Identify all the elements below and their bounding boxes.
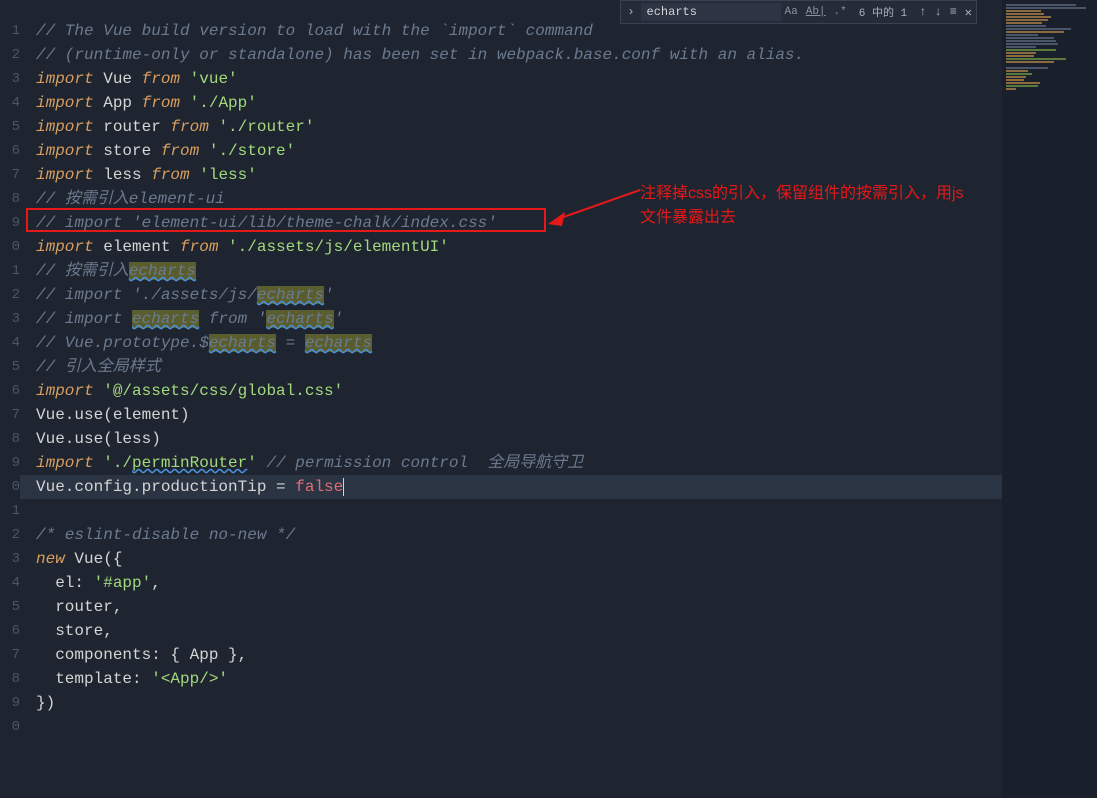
- find-widget[interactable]: › Aa Ab| .* 6 中的 1 ↑ ↓ ≡ ✕: [620, 0, 977, 24]
- code-comment: // The Vue build version to load with th…: [36, 22, 593, 40]
- search-match: echarts: [257, 286, 324, 304]
- search-match: echarts: [129, 262, 196, 280]
- search-match: echarts: [132, 310, 199, 328]
- search-match: echarts: [209, 334, 276, 352]
- code-comment: // (runtime-only or standalone) has been…: [36, 46, 804, 64]
- find-in-selection-icon[interactable]: ≡: [946, 5, 961, 19]
- code-content[interactable]: // The Vue build version to load with th…: [20, 0, 1097, 798]
- line-gutter: 1234567890 1234567890 1234567890: [0, 0, 20, 798]
- find-match-word[interactable]: Ab|: [802, 6, 830, 18]
- code-editor[interactable]: 1234567890 1234567890 1234567890 // The …: [0, 0, 1097, 798]
- annotation-text: 注释掉css的引入，保留组件的按需引入，用js 文件暴露出去: [640, 182, 964, 230]
- search-match: echarts: [266, 310, 333, 328]
- find-prev-icon[interactable]: ↑: [915, 5, 930, 19]
- minimap[interactable]: [1002, 0, 1097, 798]
- find-toggle-replace[interactable]: ›: [621, 5, 640, 19]
- spell-warning: perminRouter: [132, 454, 247, 472]
- text-cursor: [343, 478, 344, 496]
- find-regex[interactable]: .*: [830, 6, 851, 18]
- find-input[interactable]: [641, 3, 781, 21]
- find-result-count: 6 中的 1: [851, 4, 915, 20]
- search-match: echarts: [305, 334, 372, 352]
- find-next-icon[interactable]: ↓: [930, 5, 945, 19]
- find-close-icon[interactable]: ✕: [961, 5, 976, 20]
- keyword: import: [36, 70, 94, 88]
- find-match-case[interactable]: Aa: [781, 6, 802, 18]
